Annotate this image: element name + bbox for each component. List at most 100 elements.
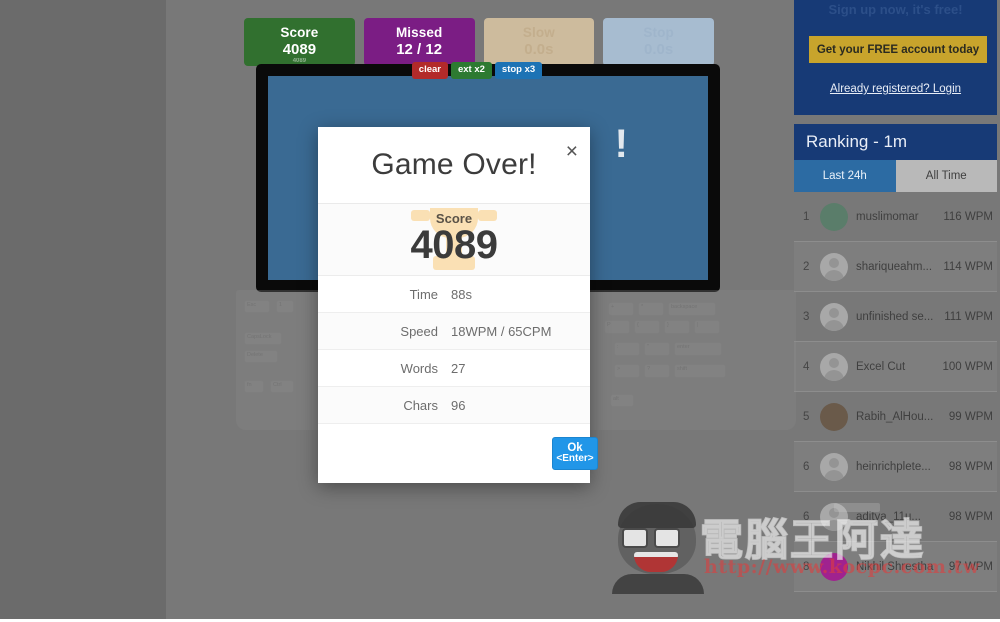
key-brace-r: } (664, 320, 690, 334)
close-icon[interactable]: × (566, 141, 578, 162)
stat-value-missed: 12 / 12 (396, 40, 443, 58)
key-quote: " (644, 342, 670, 356)
stat-label-missed: Missed (395, 25, 443, 41)
modal-score-band: Score 4089 (318, 204, 590, 276)
ranking-row-2[interactable]: 2 shariqueahm... 114 WPM (794, 242, 997, 292)
key-delete: Delete (244, 350, 278, 363)
ranking-position: 2 (803, 260, 810, 273)
pill-stop-x3[interactable]: stop x3 (494, 62, 543, 79)
signup-promo-panel: Sign up now, it's free! Get your FREE ac… (794, 0, 997, 115)
key-asterisk: * (638, 302, 664, 316)
key-pipe: | (694, 320, 720, 334)
ranking-position: 5 (803, 410, 810, 423)
login-link[interactable]: Already registered? Login (794, 83, 997, 95)
ranking-row-7[interactable]: 6 aditya_11u... 98 WPM (794, 492, 997, 542)
stat-value-slow: 0.0s (524, 40, 554, 58)
stat-value-score: 4089 (282, 40, 317, 58)
modal-score-value: 4089 (410, 223, 498, 267)
modal-row-words-key: Words (400, 360, 438, 376)
key-plus: + (608, 302, 634, 316)
ranking-username: Rabih_AlHou... (856, 410, 934, 423)
ranking-wpm: 111 WPM (944, 310, 993, 323)
modal-row-chars-value: 96 (451, 397, 466, 413)
modal-row-chars-key: Chars (403, 397, 438, 413)
stat-box-stop: Stop 0.0s (603, 18, 714, 66)
ranking-wpm: 114 WPM (943, 260, 993, 273)
ranking-row-8[interactable]: 8 Nikhil Shrestha 97 WPM (794, 542, 997, 592)
ok-button-hint: <Enter> (556, 453, 594, 465)
avatar (820, 202, 848, 231)
ranking-row-5[interactable]: 5 Rabih_AlHou... 99 WPM (794, 392, 997, 442)
ranking-username: Nikhil Shrestha (856, 560, 934, 573)
ranking-position: 3 (803, 310, 810, 323)
ranking-username: muslimomar (856, 210, 919, 223)
modal-row-time-value: 88s (451, 286, 472, 302)
key-esc: Esc (244, 300, 270, 313)
key-gt: > (614, 364, 640, 378)
game-over-modal: Game Over! × Score 4089 Time 88s Speed 1… (318, 127, 598, 484)
key-colon: : (614, 342, 640, 356)
right-sidebar: Sign up now, it's free! Get your FREE ac… (791, 0, 1000, 622)
avatar (820, 502, 848, 531)
modal-title: Game Over! (371, 148, 537, 181)
modal-row-speed-key: Speed (400, 323, 438, 339)
modal-row-time-key: Time (409, 286, 438, 302)
avatar (820, 352, 848, 381)
ranking-position: 6 (803, 460, 810, 473)
tab-all-time[interactable]: All Time (895, 160, 997, 192)
key-1: 1 (276, 300, 294, 313)
avatar (820, 252, 848, 281)
avatar (820, 302, 848, 331)
stat-value-stop: 0.0s (644, 40, 674, 58)
ranking-wpm: 97 WPM (948, 560, 993, 573)
tab-last-24h[interactable]: Last 24h (794, 160, 896, 192)
ranking-row-4[interactable]: 4 Excel Cut 100 WPM (794, 342, 997, 392)
ranking-username: shariqueahm... (856, 260, 933, 273)
game-pill-row: clear ext x2 stop x3 (232, 62, 722, 79)
key-enter: enter (674, 342, 722, 356)
ranking-wpm: 98 WPM (948, 460, 993, 473)
left-margin (0, 0, 166, 622)
ranking-wpm: 116 WPM (943, 210, 993, 223)
ranking-tabs: Last 24h All Time (794, 160, 997, 192)
key-shift: shift (674, 364, 726, 378)
ranking-list[interactable]: 1 muslimomar 116 WPM 2 shariqueahm... 11… (794, 192, 997, 622)
key-alt: alt (610, 394, 634, 407)
modal-row-chars: Chars 96 (318, 387, 590, 424)
ranking-username: heinrichplete... (856, 460, 931, 473)
ranking-position: 6 (803, 510, 810, 523)
stat-label-slow: Slow (522, 25, 555, 41)
ranking-wpm: 100 WPM (942, 360, 994, 373)
avatar (820, 452, 848, 481)
ranking-username: Excel Cut (856, 360, 906, 373)
modal-row-speed: Speed 18WPM / 65CPM (318, 313, 590, 350)
ranking-wpm: 99 WPM (948, 410, 993, 423)
pill-clear[interactable]: clear (411, 62, 448, 79)
ranking-row-6[interactable]: 6 heinrichplete... 98 WPM (794, 442, 997, 492)
key-p: P (604, 320, 630, 334)
key-brace-l: { (634, 320, 660, 334)
ranking-row-3[interactable]: 3 unfinished se... 111 WPM (794, 292, 997, 342)
stat-box-score: Score 4089 4089 (244, 18, 355, 66)
stat-label-score: Score (280, 25, 319, 41)
ranking-row-1[interactable]: 1 muslimomar 116 WPM (794, 192, 997, 242)
modal-row-words-value: 27 (451, 360, 466, 376)
key-question: ? (644, 364, 670, 378)
ranking-position: 8 (803, 560, 810, 573)
ok-button[interactable]: Ok <Enter> (552, 437, 598, 470)
modal-row-time: Time 88s (318, 276, 590, 313)
modal-row-speed-value: 18WPM / 65CPM (451, 323, 552, 339)
ranking-wpm: 98 WPM (948, 510, 993, 523)
pill-ext-x2[interactable]: ext x2 (450, 62, 492, 79)
promo-heading: Sign up now, it's free! (828, 2, 963, 17)
stat-label-stop: Stop (643, 25, 674, 41)
ranking-position: 4 (803, 360, 810, 373)
modal-header: Game Over! × (318, 127, 590, 204)
get-free-account-button[interactable]: Get your FREE account today (809, 36, 987, 63)
avatar (820, 402, 848, 431)
modal-footer: Ok <Enter> (318, 424, 598, 484)
screen-falling-text: ! (614, 122, 628, 166)
stat-box-missed: Missed 12 / 12 (363, 18, 475, 66)
key-capslock: CapsLock (244, 332, 282, 345)
ranking-username: aditya_11u... (856, 510, 922, 523)
